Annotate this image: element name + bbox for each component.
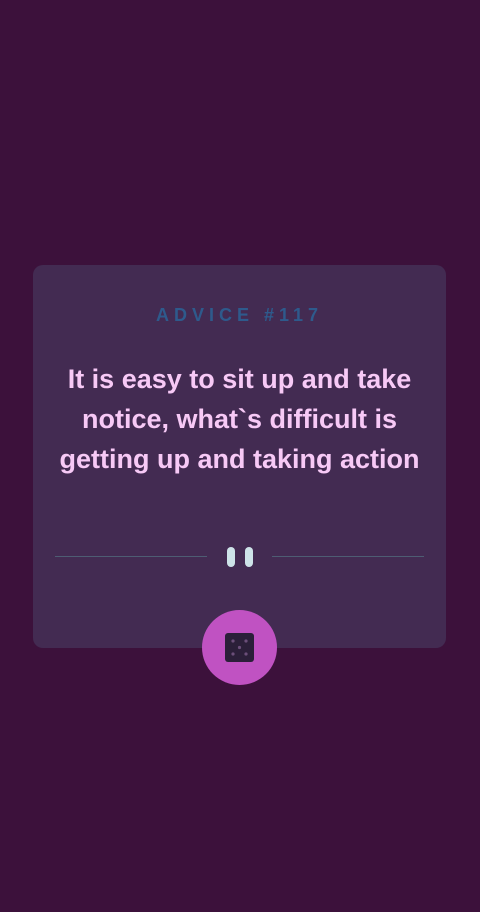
advice-id-label: ADVICE #117 <box>155 305 324 325</box>
dice-icon <box>225 633 254 662</box>
advice-quote: It is easy to sit up and take notice, wh… <box>59 364 420 474</box>
divider-line-right <box>272 556 424 557</box>
advice-card: ADVICE #117 It is easy to sit up and tak… <box>33 265 446 648</box>
dice-button[interactable] <box>202 610 277 685</box>
divider <box>55 545 424 569</box>
divider-line-left <box>55 556 207 557</box>
pause-icon <box>226 547 253 567</box>
